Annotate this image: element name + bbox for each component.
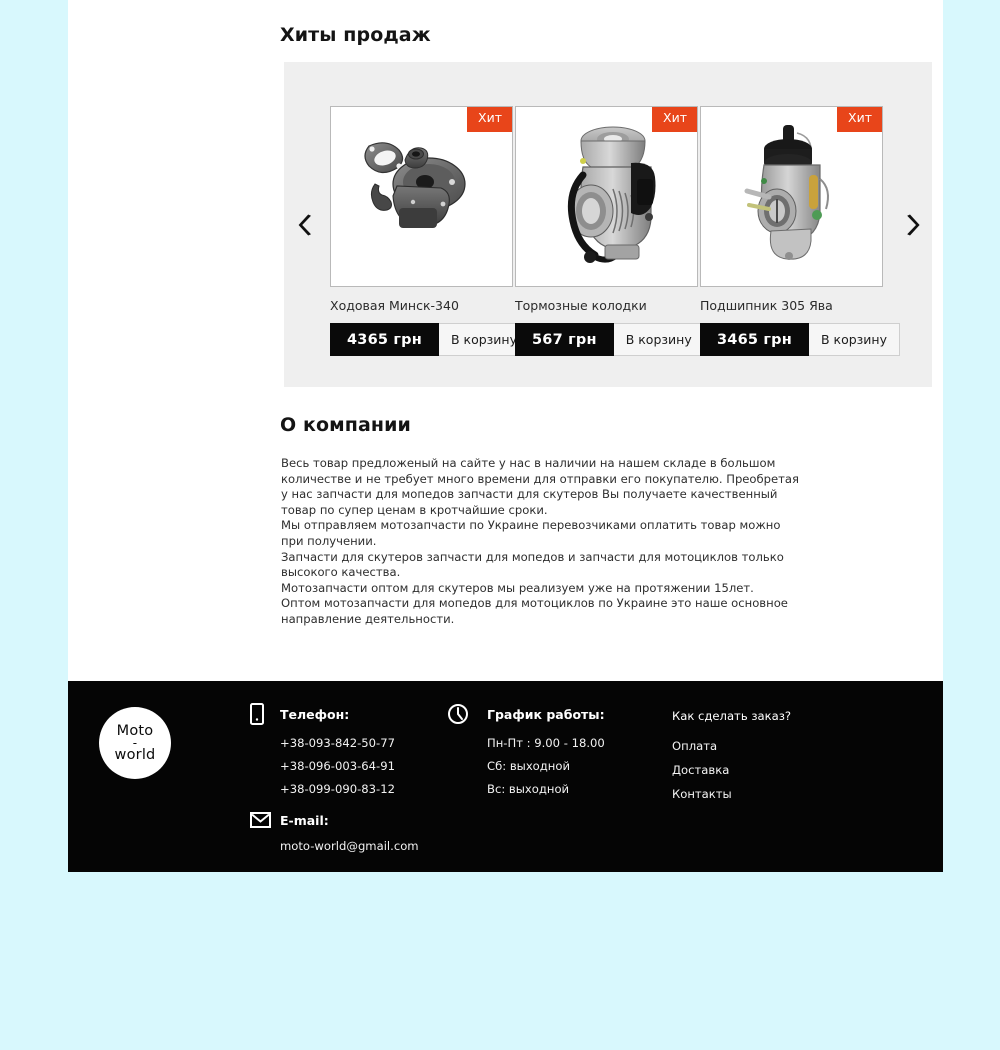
product-buy-row: 567 грн В корзину [515,323,705,356]
product-thumbnail[interactable]: Хит [330,106,513,287]
bestsellers-carousel: Хит Ходовая Минск-340 4365 грн В корзину… [284,62,932,387]
footer-link-contacts[interactable]: Контакты [672,787,791,801]
logo[interactable]: Moto - world [99,707,171,779]
logo-line-2: world [114,746,156,763]
product-price: 4365 грн [330,323,439,356]
product-card[interactable]: Хит [700,106,901,356]
phone-number[interactable]: +38-096-003-64-91 [250,759,419,773]
phone-number[interactable]: +38-099-090-83-12 [250,782,419,796]
product-name: Ходовая Минск-340 [330,298,459,313]
product-name: Подшипник 305 Ява [700,298,833,313]
email-block: E-mail: moto-world@gmail.com [250,812,419,853]
carburetor-dellorto-photo [701,107,882,286]
email-heading: E-mail: [280,812,329,828]
about-company-text: Весь товар предложеный на сайте у нас в … [281,456,801,628]
chevron-right-icon[interactable] [898,205,928,245]
product-card[interactable]: Хит [330,106,531,356]
footer-link-how-to-order[interactable]: Как сделать заказ? [672,709,791,723]
email-heading-row: E-mail: [250,812,419,828]
footer-links-column: Как сделать заказ? Оплата Доставка Конта… [672,709,791,811]
hours-row: Вс: выходной [487,782,570,796]
product-card[interactable]: Хит [515,106,705,356]
hours-heading: График работы: [487,706,605,722]
product-card-list: Хит Ходовая Минск-340 4365 грн В корзину… [330,106,901,356]
page-title-hits: Хиты продаж [280,24,431,46]
phone-heading-row: Телефон: [250,703,419,725]
email-address[interactable]: moto-world@gmail.com [250,839,419,853]
carburetor-photo [516,107,697,286]
about-paragraph: Весь товар предложеный на сайте у нас в … [281,456,800,517]
product-name: Тормозные колодки [515,298,647,313]
chevron-left-icon[interactable] [290,205,320,245]
clock-icon [447,703,483,725]
about-paragraph: Оптом мотозапчасти для мопедов для мотоц… [281,596,788,626]
page-title-about: О компании [280,414,411,436]
footer-link-payment[interactable]: Оплата [672,739,791,753]
about-paragraph: Запчасти для скутеров запчасти для мопед… [281,549,784,580]
about-paragraph: Мы отправляем мотозапчасти по Украине пе… [281,518,781,548]
status-badge-hit: Хит [837,107,882,132]
fuel-pump-photo [331,107,512,286]
envelope-icon [250,812,276,828]
hours-row: Сб: выходной [487,759,571,773]
hours-row: Пн-Пт : 9.00 - 18.00 [487,736,605,750]
add-to-cart-button[interactable]: В корзину [808,323,901,356]
product-price: 3465 грн [700,323,809,356]
phone-number[interactable]: +38-093-842-50-77 [250,736,419,750]
footer-hours-column: График работы: Пн-Пт : 9.00 - 18.00 Сб: … [447,703,605,805]
about-paragraph: Мотозапчасти оптом для скутеров мы реали… [281,580,754,595]
footer-link-delivery[interactable]: Доставка [672,763,791,777]
hours-heading-row: График работы: [447,703,605,725]
phone-heading: Телефон: [280,706,350,722]
product-buy-row: 4365 грн В корзину [330,323,531,356]
add-to-cart-button[interactable]: В корзину [613,323,705,356]
site-footer: Moto - world Телефон: +38-093-842-50-77 … [68,681,943,872]
product-price: 567 грн [515,323,614,356]
product-thumbnail[interactable]: Хит [515,106,698,287]
product-thumbnail[interactable]: Хит [700,106,883,287]
footer-contacts-column: Телефон: +38-093-842-50-77 +38-096-003-6… [250,703,419,862]
product-buy-row: 3465 грн В корзину [700,323,901,356]
status-badge-hit: Хит [467,107,512,132]
page-content: Хиты продаж Хит Ходовая Минск-340 4365 г… [68,0,943,872]
phone-icon [250,703,276,725]
status-badge-hit: Хит [652,107,697,132]
